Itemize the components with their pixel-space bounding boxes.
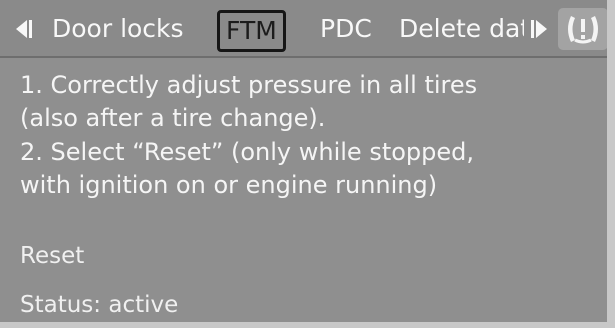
status-text: Status: active (20, 292, 179, 318)
tab-door-locks[interactable]: Door locks (52, 12, 184, 46)
instruction-line: with ignition on or engine running) (20, 171, 438, 199)
screen-frame-edge (607, 0, 615, 328)
instruction-line: (also after a tire change). (20, 104, 326, 132)
scroll-right-bar (531, 20, 534, 38)
tire-pressure-warning-icon (568, 16, 598, 44)
tab-pdc[interactable]: PDC (320, 12, 372, 46)
reset-button[interactable]: Reset (20, 241, 84, 271)
screen-frame-edge (0, 322, 615, 328)
tab-delete-data-container[interactable]: Delete data (399, 12, 524, 48)
instruction-line: 2. Select “Reset” (only while stopped, (20, 138, 475, 166)
ftm-screen: Door locks FTM PDC Delete data 1. Correc… (0, 0, 615, 328)
menu-bar: Door locks FTM PDC Delete data (0, 0, 615, 58)
content-area: 1. Correctly adjust pressure in all tire… (0, 58, 615, 328)
tab-ftm[interactable]: FTM (217, 10, 286, 52)
scroll-left-bar (29, 20, 32, 38)
instruction-line: 1. Correctly adjust pressure in all tire… (20, 71, 478, 99)
scroll-right-icon[interactable] (536, 20, 547, 38)
warning-button[interactable] (558, 8, 608, 50)
scroll-left-icon[interactable] (16, 20, 27, 38)
tab-delete-data[interactable]: Delete data (399, 14, 524, 43)
